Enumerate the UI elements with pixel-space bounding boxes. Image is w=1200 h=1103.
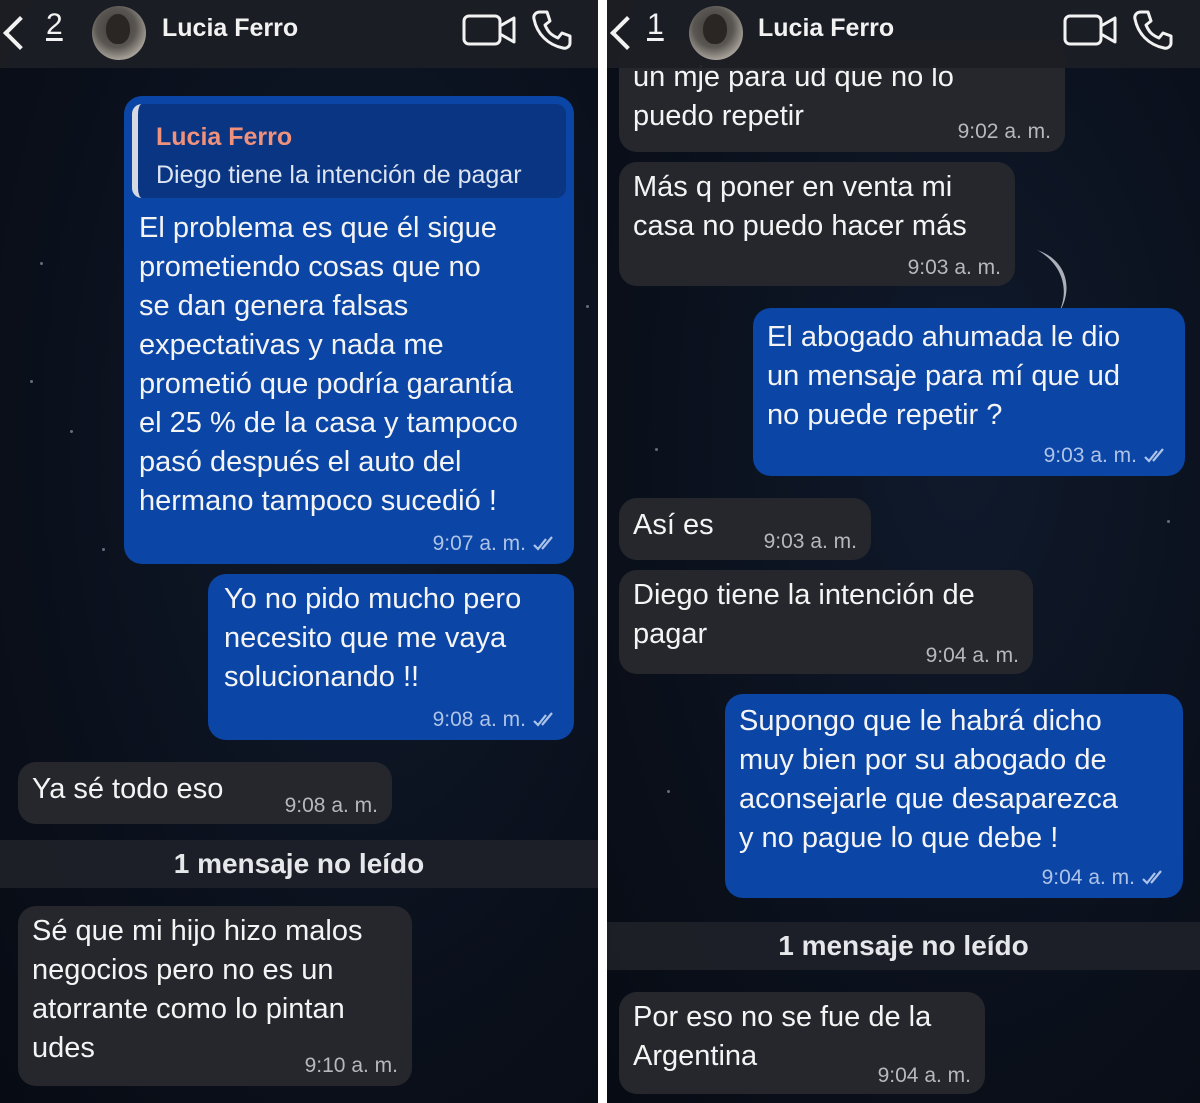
timestamp: 9:08 a. m.	[432, 708, 526, 731]
incoming-message-bubble[interactable]: Diego tiene la intención de pagar 9:04 a…	[619, 570, 1033, 674]
contact-name[interactable]: Lucia Ferro	[162, 14, 298, 43]
timestamp: 9:03 a. m.	[1043, 444, 1137, 467]
message-text: Ya sé todo eso	[32, 773, 224, 805]
unread-messages-divider: 1 mensaje no leído	[607, 922, 1200, 970]
chat-header: 1 Lucia Ferro	[607, 0, 1200, 68]
double-check-icon	[1142, 870, 1162, 886]
message-text: El problema es que él sigue prometiendo …	[139, 212, 518, 517]
message-time: 9:07 a. m.	[433, 532, 560, 556]
message-text: El abogado ahumada le dio un mensaje par…	[767, 321, 1121, 431]
timestamp: 9:07 a. m.	[432, 532, 526, 555]
back-chevron-icon[interactable]	[609, 12, 631, 52]
timestamp: 9:04 a. m.	[925, 644, 1019, 667]
incoming-message-bubble[interactable]: Más q poner en venta mi casa no puedo ha…	[619, 162, 1015, 286]
message-text: Diego tiene la intención de pagar	[633, 579, 975, 650]
incoming-message-bubble[interactable]: Por eso no se fue de la Argentina 9:04 a…	[619, 992, 985, 1094]
double-check-icon	[1144, 448, 1164, 464]
chat-screenshot-left: 2 Lucia Ferro Lucia Ferro Diego tiene la…	[0, 0, 598, 1103]
message-time: 9:03 a. m.	[1044, 444, 1171, 468]
phone-call-icon[interactable]	[1131, 8, 1175, 52]
timestamp: 9:02 a. m.	[957, 120, 1051, 143]
back-chevron-icon[interactable]	[2, 12, 24, 52]
quote-text: Diego tiene la intención de pagar	[156, 161, 522, 189]
reply-quote[interactable]: Lucia Ferro Diego tiene la intención de …	[132, 104, 566, 198]
message-time: 9:04 a. m.	[1042, 866, 1169, 890]
timestamp: 9:04 a. m.	[877, 1064, 971, 1087]
video-call-icon[interactable]	[1063, 12, 1117, 48]
message-text: Yo no pido mucho pero necesito que me va…	[224, 583, 522, 693]
video-call-icon[interactable]	[462, 12, 516, 48]
timestamp: 9:08 a. m.	[284, 794, 378, 817]
phone-call-icon[interactable]	[530, 8, 574, 52]
message-text: Supongo que le habrá dicho muy bien por …	[739, 705, 1118, 854]
chat-screenshot-right: 1 Lucia Ferro un mje para ud que no lo p…	[607, 0, 1200, 1103]
message-text: Así es	[633, 509, 714, 541]
outgoing-message-bubble[interactable]: Yo no pido mucho pero necesito que me va…	[208, 574, 574, 740]
message-text: Más q poner en venta mi casa no puedo ha…	[633, 171, 967, 242]
chat-header: 2 Lucia Ferro	[0, 0, 598, 68]
timestamp: 9:03 a. m.	[907, 256, 1001, 279]
outgoing-message-bubble[interactable]: El abogado ahumada le dio un mensaje par…	[753, 308, 1185, 476]
avatar[interactable]	[689, 6, 743, 60]
double-check-icon	[533, 536, 553, 552]
outgoing-message-bubble[interactable]: Lucia Ferro Diego tiene la intención de …	[124, 96, 574, 564]
message-text: Sé que mi hijo hizo malos negocios pero …	[32, 915, 363, 1064]
avatar[interactable]	[92, 6, 146, 60]
incoming-message-bubble[interactable]: Así es 9:03 a. m.	[619, 498, 871, 560]
message-time: 9:08 a. m.	[433, 708, 560, 732]
contact-name[interactable]: Lucia Ferro	[758, 14, 894, 43]
unread-count-badge[interactable]: 2	[46, 8, 63, 42]
timestamp: 9:10 a. m.	[304, 1054, 398, 1077]
timestamp: 9:04 a. m.	[1041, 866, 1135, 889]
incoming-message-bubble[interactable]: Ya sé todo eso 9:08 a. m.	[18, 762, 392, 824]
quote-author: Lucia Ferro	[156, 123, 293, 151]
outgoing-message-bubble[interactable]: Supongo que le habrá dicho muy bien por …	[725, 694, 1183, 898]
unread-count-badge[interactable]: 1	[647, 8, 664, 42]
double-check-icon	[533, 712, 553, 728]
incoming-message-bubble[interactable]: Sé que mi hijo hizo malos negocios pero …	[18, 906, 412, 1086]
timestamp: 9:03 a. m.	[763, 530, 857, 553]
panel-divider	[598, 0, 607, 1103]
unread-messages-divider: 1 mensaje no leído	[0, 840, 598, 888]
